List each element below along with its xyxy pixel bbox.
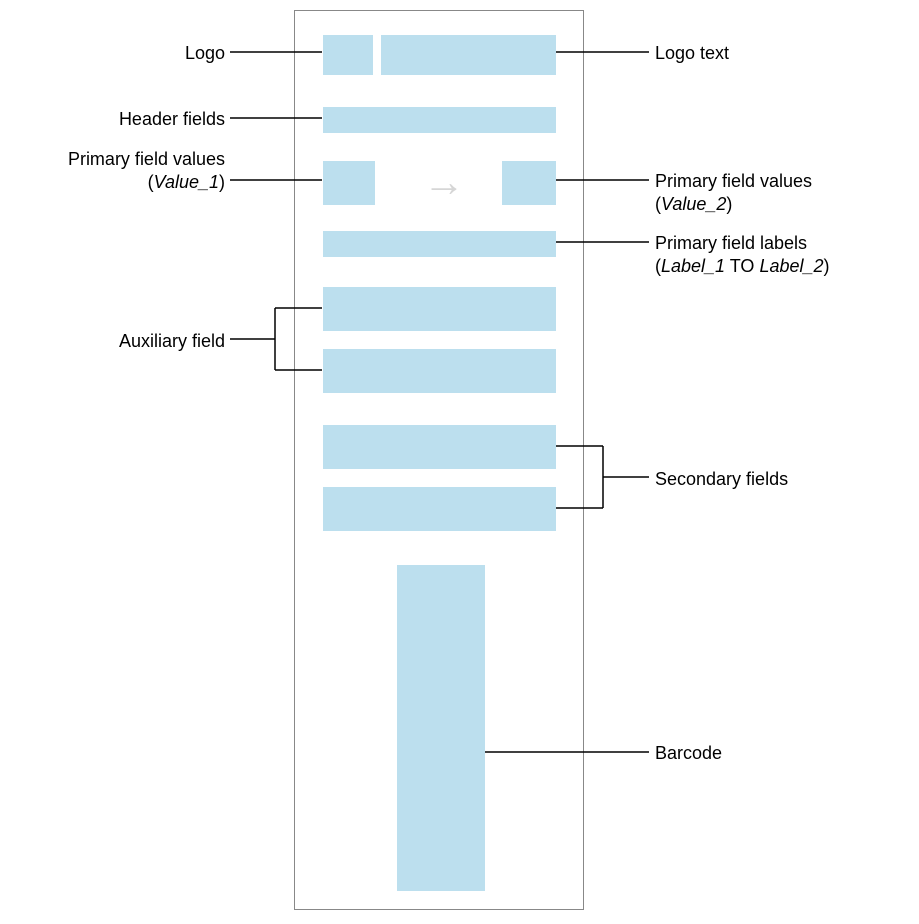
label-line2-close: ) bbox=[824, 256, 830, 276]
header-fields-label: Header fields bbox=[100, 108, 225, 131]
primary-value2-block bbox=[502, 161, 556, 205]
auxiliary-field-2-block bbox=[323, 349, 556, 393]
arrow-right-icon: → bbox=[423, 161, 465, 203]
secondary-field-2-block bbox=[323, 487, 556, 531]
label-line1: Primary field values bbox=[655, 171, 812, 191]
auxiliary-field-label: Auxiliary field bbox=[85, 330, 225, 353]
label-line2-close: ) bbox=[726, 194, 732, 214]
primary-value2-label: Primary field values (Value_2) bbox=[655, 170, 812, 217]
label-line2-l2: Label_2 bbox=[759, 256, 823, 276]
logo-block bbox=[323, 35, 373, 75]
label-line2-val: Value_1 bbox=[154, 172, 219, 192]
label-line2-val: Value_2 bbox=[661, 194, 726, 214]
primary-value1-label: Primary field values (Value_1) bbox=[20, 148, 225, 195]
logo-label: Logo bbox=[150, 42, 225, 65]
barcode-label: Barcode bbox=[655, 742, 722, 765]
label-line2-to: TO bbox=[725, 256, 759, 276]
barcode-block bbox=[397, 565, 485, 891]
label-line2-l1: Label_1 bbox=[661, 256, 725, 276]
auxiliary-field-1-block bbox=[323, 287, 556, 331]
primary-labels-label: Primary field labels (Label_1 TO Label_2… bbox=[655, 232, 830, 279]
label-text: Logo text bbox=[655, 43, 729, 63]
label-text: Auxiliary field bbox=[119, 331, 225, 351]
logo-text-label: Logo text bbox=[655, 42, 729, 65]
label-line2-close: ) bbox=[219, 172, 225, 192]
primary-labels-block bbox=[323, 231, 556, 257]
label-text: Secondary fields bbox=[655, 469, 788, 489]
label-line1: Primary field labels bbox=[655, 233, 807, 253]
header-fields-block bbox=[323, 107, 556, 133]
label-text: Header fields bbox=[119, 109, 225, 129]
primary-value1-block bbox=[323, 161, 375, 205]
label-text: Logo bbox=[185, 43, 225, 63]
label-text: Barcode bbox=[655, 743, 722, 763]
pass-container: → bbox=[294, 10, 584, 910]
label-line1: Primary field values bbox=[68, 149, 225, 169]
secondary-fields-label: Secondary fields bbox=[655, 468, 788, 491]
secondary-field-1-block bbox=[323, 425, 556, 469]
logo-text-block bbox=[381, 35, 556, 75]
